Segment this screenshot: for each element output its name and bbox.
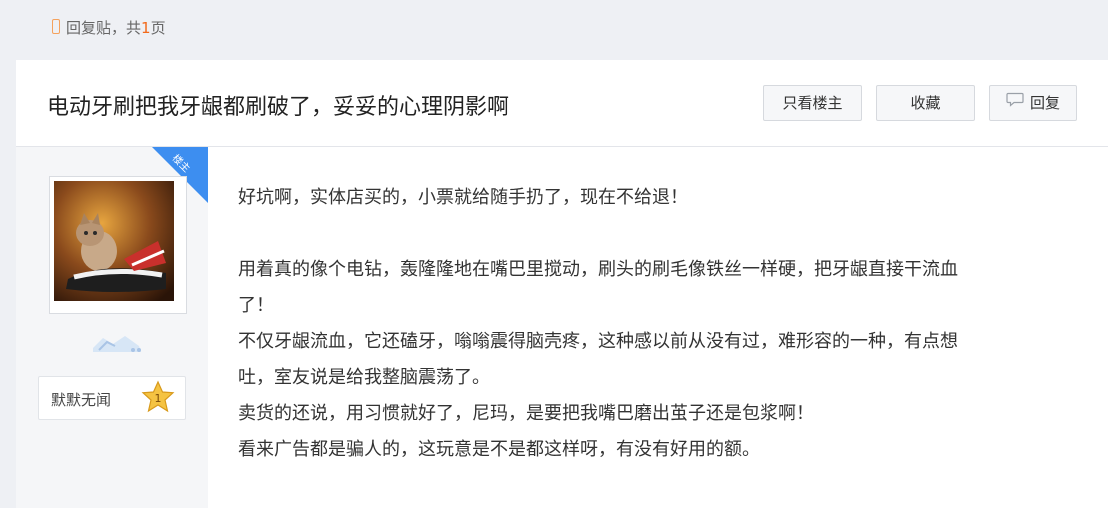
post-paragraph: 不仅牙龈流血，它还磕牙，嗡嗡震得脑壳疼，这种感以前从没有过，难形容的一种，有点想 (238, 331, 958, 352)
page-count: 1 (141, 19, 151, 37)
level-badge-icon (89, 328, 145, 360)
collect-button[interactable]: 收藏 (876, 85, 975, 121)
post-header: 电动牙刷把我牙龈都刷破了，妥妥的心理阴影啊 只看楼主 收藏 回复 (16, 60, 1108, 147)
reply-marker-icon (52, 19, 60, 34)
author-username[interactable]: 默默无闻 (51, 389, 111, 410)
post-title: 电动牙刷把我牙龈都刷破了，妥妥的心理阴影啊 (47, 95, 510, 120)
reply-button[interactable]: 回复 (989, 85, 1077, 121)
post-card: 电动牙刷把我牙龈都刷破了，妥妥的心理阴影啊 只看楼主 收藏 回复 楼主 默默无闻… (16, 60, 1108, 508)
author-card: 默默无闻 1 (38, 376, 186, 420)
reply-count: 回复贴，共1页 (52, 17, 166, 38)
thread-topbar: 回复贴，共1页 (0, 0, 1108, 58)
post-paragraph: 吐，室友说是给我整脑震荡了。 (238, 367, 490, 388)
post-paragraph: 了！ (238, 295, 274, 316)
level-star-icon: 1 (141, 380, 175, 418)
post-paragraph: 卖货的还说，用习惯就好了，尼玛，是要把我嘴巴磨出茧子还是包浆啊！ (238, 403, 814, 424)
avatar[interactable] (49, 176, 187, 314)
reply-button-label: 回复 (1029, 94, 1060, 112)
post-paragraph: 好坑啊，实体店买的，小票就给随手扔了，现在不给退！ (238, 187, 688, 208)
post-paragraph: 用着真的像个电钻，轰隆隆地在嘴巴里搅动，刷头的刷毛像铁丝一样硬，把牙龈直接干流血 (238, 259, 958, 280)
only-op-button[interactable]: 只看楼主 (763, 85, 862, 121)
author-level: 1 (155, 392, 162, 405)
reply-bubble-icon (1006, 85, 1024, 119)
post-content: 好坑啊，实体店买的，小票就给随手扔了，现在不给退！ 用着真的像个电钻，轰隆隆地在… (238, 180, 1078, 468)
post-paragraph: 看来广告都是骗人的，这玩意是不是都这样呀，有没有好用的额。 (238, 439, 760, 460)
